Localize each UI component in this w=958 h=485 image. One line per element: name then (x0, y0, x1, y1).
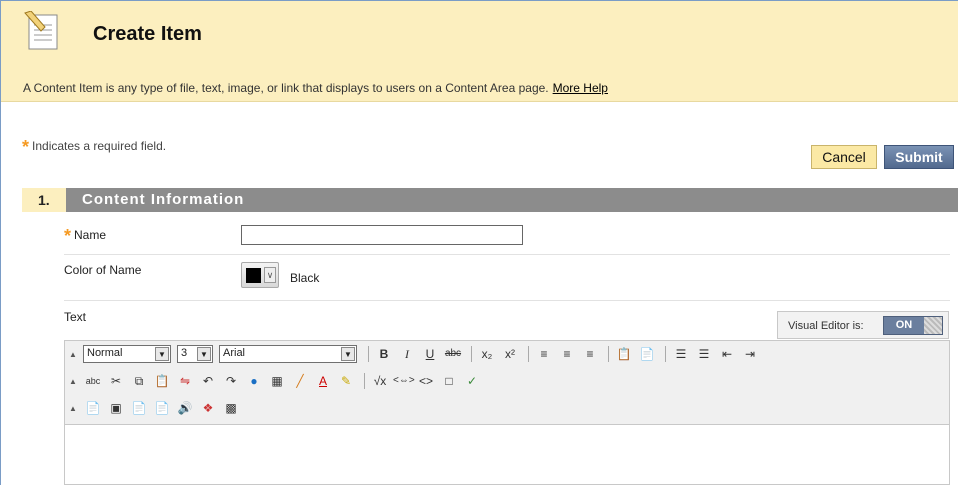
align-right-icon[interactable]: ≡ (580, 345, 600, 363)
toolbar-row-2: ▲ abc ✂ ⧉ 📋 ⇋ ↶ ↷ ● ▦ ╱ A ✎ √x <⇔> <> □ … (69, 371, 485, 391)
format-value: Normal (87, 347, 123, 359)
strikethrough-icon[interactable]: abc (443, 345, 463, 363)
insert-audio-icon[interactable]: 🔊 (175, 399, 195, 417)
color-picker[interactable]: ∨ (241, 262, 279, 288)
insert-media-icon[interactable]: 📄 (129, 399, 149, 417)
insert-flash-icon[interactable]: ❖ (198, 399, 218, 417)
color-value: Black (290, 271, 320, 285)
chevron-down-icon: ▼ (155, 347, 169, 361)
separator (368, 346, 369, 362)
superscript-icon[interactable]: x² (500, 345, 520, 363)
text-editor: ▲ Normal ▼ 3 ▼ Arial ▼ B I U abc x₂ x² ≡ ≡ … (64, 340, 950, 485)
section-number: 1. (22, 188, 66, 212)
insert-image-icon[interactable]: ▣ (106, 399, 126, 417)
copy-icon[interactable]: ⧉ (129, 372, 149, 390)
required-star-icon: * (22, 137, 30, 157)
indent-icon[interactable]: ⇥ (740, 345, 760, 363)
color-swatch (246, 268, 261, 283)
required-star-icon: * (64, 226, 72, 246)
paste-word-icon[interactable]: 📄 (637, 345, 657, 363)
page-title: Create Item (93, 23, 202, 45)
name-input[interactable] (241, 225, 523, 245)
math-editor-icon[interactable]: √x (370, 372, 390, 390)
required-note-text: Indicates a required field. (32, 139, 167, 153)
align-left-icon[interactable]: ≡ (534, 345, 554, 363)
fullscreen-icon[interactable]: □ (439, 372, 459, 390)
subscript-icon[interactable]: x₂ (477, 345, 497, 363)
insert-video-icon[interactable]: ▩ (221, 399, 241, 417)
color-label: Color of Name (64, 263, 142, 277)
separator (528, 346, 529, 362)
more-help-link[interactable]: More Help (553, 81, 608, 95)
page-header: Create Item A Content Item is any type o… (1, 1, 958, 102)
cut-icon[interactable]: ✂ (106, 372, 126, 390)
separator (471, 346, 472, 362)
separator (608, 346, 609, 362)
visual-editor-state: ON (895, 319, 913, 331)
separator (665, 346, 666, 362)
section-header: 1. Content Information (22, 188, 958, 212)
italic-icon[interactable]: I (397, 345, 417, 363)
page-description: A Content Item is any type of file, text… (23, 81, 608, 95)
chevron-down-icon: ∨ (264, 267, 276, 283)
align-center-icon[interactable]: ≡ (557, 345, 577, 363)
section-title: Content Information (82, 191, 245, 208)
document-edit-icon (24, 11, 58, 50)
text-color-icon[interactable]: A (313, 372, 333, 390)
undo-icon[interactable]: ↶ (198, 372, 218, 390)
format-select[interactable]: Normal ▼ (83, 345, 171, 363)
bold-icon[interactable]: B (374, 345, 394, 363)
horizontal-line-icon[interactable]: ╱ (290, 372, 310, 390)
collapse-icon[interactable]: ▲ (69, 350, 79, 359)
redo-icon[interactable]: ↷ (221, 372, 241, 390)
visual-editor-switch[interactable]: ON (883, 316, 943, 335)
description-text: A Content Item is any type of file, text… (23, 81, 549, 95)
visual-editor-label: Visual Editor is: (788, 320, 864, 332)
unlink-icon[interactable]: ⇋ (175, 372, 195, 390)
spellcheck-icon[interactable]: abc (83, 372, 103, 390)
highlight-icon[interactable]: ✎ (336, 372, 356, 390)
name-label: * Name (64, 227, 107, 245)
toolbar-row-1: ▲ Normal ▼ 3 ▼ Arial ▼ B I U abc x₂ x² ≡ ≡ … (69, 344, 763, 364)
outdent-icon[interactable]: ⇤ (717, 345, 737, 363)
separator (364, 373, 365, 389)
attach-file-icon[interactable]: 📄 (83, 399, 103, 417)
underline-icon[interactable]: U (420, 345, 440, 363)
visual-editor-toggle: Visual Editor is: ON (777, 311, 949, 339)
chevron-down-icon: ▼ (197, 347, 211, 361)
text-label: Text (64, 310, 87, 324)
toggle-knob (924, 317, 942, 334)
table-icon[interactable]: ▦ (267, 372, 287, 390)
paste-text-icon[interactable]: 📋 (614, 345, 634, 363)
name-label-text: Name (74, 228, 107, 242)
submit-button[interactable]: Submit (884, 145, 954, 169)
insert-mashup-icon[interactable]: 📄 (152, 399, 172, 417)
editor-toolbar: ▲ Normal ▼ 3 ▼ Arial ▼ B I U abc x₂ x² ≡ ≡ … (65, 341, 949, 425)
validate-icon[interactable]: ✓ (462, 372, 482, 390)
font-family-value: Arial (223, 347, 246, 359)
font-size-select[interactable]: 3 ▼ (177, 345, 213, 363)
collapse-icon[interactable]: ▲ (69, 404, 79, 413)
bulleted-list-icon[interactable]: ☰ (694, 345, 714, 363)
numbered-list-icon[interactable]: ☰ (671, 345, 691, 363)
font-family-select[interactable]: Arial ▼ (219, 345, 357, 363)
link-icon[interactable]: ● (244, 372, 264, 390)
embed-icon[interactable]: <⇔> (393, 372, 415, 390)
divider (64, 300, 950, 301)
chevron-down-icon: ▼ (341, 347, 355, 361)
paste-icon[interactable]: 📋 (152, 372, 172, 390)
cancel-button[interactable]: Cancel (811, 145, 877, 169)
divider (64, 254, 950, 255)
required-field-note: * Indicates a required field. (22, 138, 167, 156)
collapse-icon[interactable]: ▲ (69, 377, 79, 386)
toolbar-row-3: ▲ 📄 ▣ 📄 📄 🔊 ❖ ▩ (69, 398, 244, 418)
font-size-value: 3 (181, 347, 188, 359)
html-code-icon[interactable]: <> (416, 372, 436, 390)
